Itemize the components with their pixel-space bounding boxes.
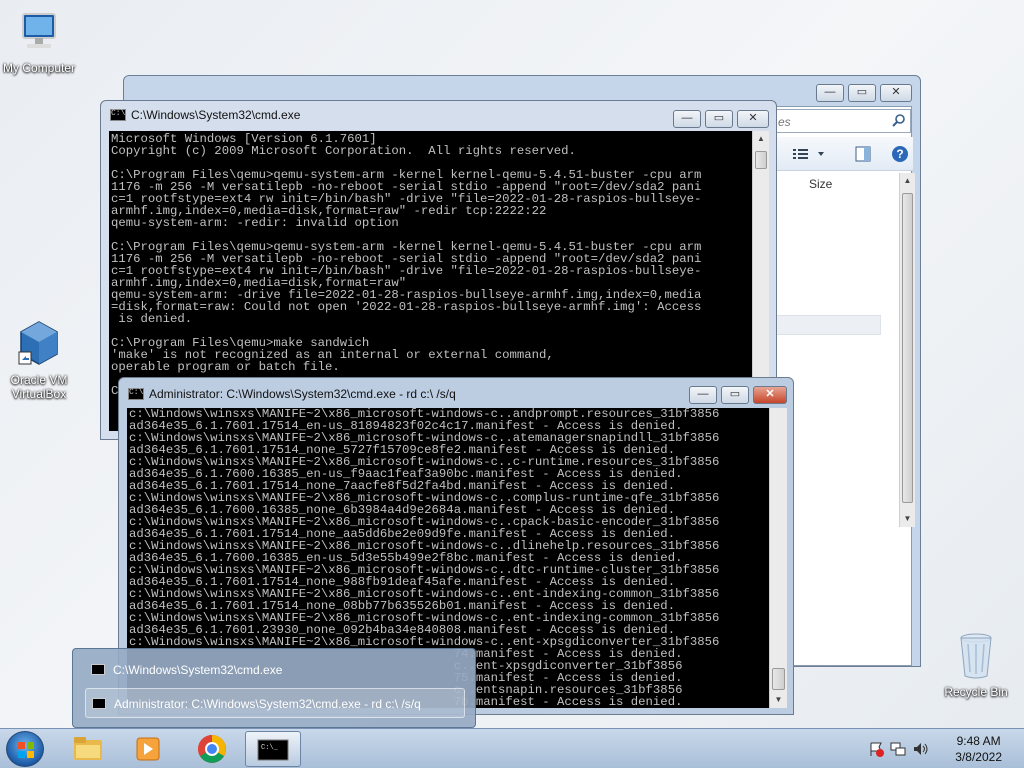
start-button[interactable]: [6, 731, 44, 767]
console-line: is denied.: [111, 312, 193, 326]
desktop-icon-label: My Computer: [2, 61, 76, 75]
search-box[interactable]: es: [773, 109, 911, 133]
thumbnail-item-label: C:\Windows\System32\cmd.exe: [113, 663, 283, 677]
maximize-button[interactable]: ▭: [721, 386, 749, 404]
system-tray: [864, 739, 934, 759]
desktop-icon-my-computer[interactable]: My Computer: [0, 8, 78, 75]
maximize-button[interactable]: ▭: [848, 84, 876, 102]
close-button[interactable]: ✕: [737, 110, 769, 128]
network-icon[interactable]: [890, 741, 906, 760]
cmd-icon: C:\: [110, 109, 126, 121]
cmd-icon: C:\: [128, 388, 144, 400]
search-icon[interactable]: [892, 113, 906, 130]
svg-text:C:\_: C:\_: [261, 744, 279, 752]
minimize-button[interactable]: —: [689, 386, 717, 404]
scroll-thumb[interactable]: [772, 668, 785, 690]
window-title: Administrator: C:\Windows\System32\cmd.e…: [149, 387, 456, 401]
scroll-thumb[interactable]: [755, 151, 767, 169]
view-options-icon[interactable]: [793, 148, 827, 163]
scroll-down-arrow[interactable]: ▼: [770, 692, 787, 708]
computer-icon: [0, 8, 78, 59]
windows-logo-icon: [18, 742, 34, 758]
desktop-icon-recycle-bin[interactable]: Recycle Bin: [936, 630, 1016, 699]
desktop-icon-label: Oracle VM VirtualBox: [10, 373, 68, 401]
preview-pane-icon[interactable]: [855, 146, 871, 165]
taskbar: C:\_ 9:48 AM 3/8/2022: [0, 728, 1024, 768]
recycle-bin-icon: [936, 630, 1016, 683]
cmd-icon: [91, 664, 105, 675]
console-line: qemu-system-arm: -redir: invalid option: [111, 216, 399, 230]
taskbar-cmd[interactable]: C:\_: [245, 731, 301, 767]
media-player-icon: [136, 737, 160, 761]
minimize-button[interactable]: —: [816, 84, 844, 102]
console-line: operable program or batch file.: [111, 360, 340, 374]
search-placeholder: es: [778, 115, 791, 129]
cmd-icon: [92, 698, 106, 709]
minimize-button[interactable]: —: [673, 110, 701, 128]
cmd-icon: C:\_: [257, 739, 289, 761]
taskbar-chrome[interactable]: [184, 731, 240, 767]
desktop-icon-virtualbox[interactable]: Oracle VM VirtualBox: [0, 318, 78, 401]
svg-text:?: ?: [896, 147, 903, 161]
window-title: C:\Windows\System32\cmd.exe: [131, 108, 301, 122]
maximize-button[interactable]: ▭: [705, 110, 733, 128]
scroll-up-arrow[interactable]: ▲: [900, 173, 915, 189]
scroll-up-arrow[interactable]: ▲: [753, 131, 769, 147]
toolbar: ?: [773, 137, 913, 171]
scroll-down-arrow[interactable]: ▼: [900, 511, 915, 527]
desktop-icon-label: Recycle Bin: [944, 685, 1008, 699]
close-button[interactable]: ✕: [753, 386, 787, 404]
taskbar-media-player[interactable]: [120, 731, 176, 767]
file-explorer-icon: [74, 737, 102, 760]
close-button[interactable]: ✕: [880, 84, 912, 102]
volume-icon[interactable]: [912, 741, 930, 760]
thumbnail-item-cmd[interactable]: C:\Windows\System32\cmd.exe: [85, 655, 465, 685]
console-scrollbar[interactable]: ▼: [769, 408, 787, 708]
console-line: Copyright (c) 2009 Microsoft Corporation…: [111, 144, 576, 158]
clock-time: 9:48 AM: [956, 734, 1001, 748]
title-bar[interactable]: C:\ C:\Windows\System32\cmd.exe — ▭ ✕: [101, 101, 776, 129]
chrome-icon: [198, 735, 226, 763]
help-icon[interactable]: ?: [891, 145, 909, 166]
taskbar-file-explorer[interactable]: [60, 731, 116, 767]
virtualbox-icon: [0, 318, 78, 371]
thumbnail-item-admin-cmd[interactable]: Administrator: C:\Windows\System32\cmd.e…: [85, 688, 465, 718]
console-line: =disk,format=raw: Could not open '2022-0…: [111, 300, 702, 314]
clock[interactable]: 9:48 AM 3/8/2022: [955, 733, 1002, 765]
scroll-thumb[interactable]: [902, 193, 913, 503]
thumbnail-item-label: Administrator: C:\Windows\System32\cmd.e…: [114, 697, 421, 711]
explorer-scrollbar[interactable]: ▲ ▼: [899, 173, 915, 527]
action-center-flag-icon[interactable]: [868, 741, 884, 760]
taskbar-thumbnail-list: C:\Windows\System32\cmd.exe Administrato…: [72, 648, 476, 728]
clock-date: 3/8/2022: [955, 750, 1002, 764]
title-bar[interactable]: C:\ Administrator: C:\Windows\System32\c…: [119, 378, 793, 406]
column-header-size[interactable]: Size: [809, 177, 832, 191]
selected-row[interactable]: [773, 315, 881, 335]
